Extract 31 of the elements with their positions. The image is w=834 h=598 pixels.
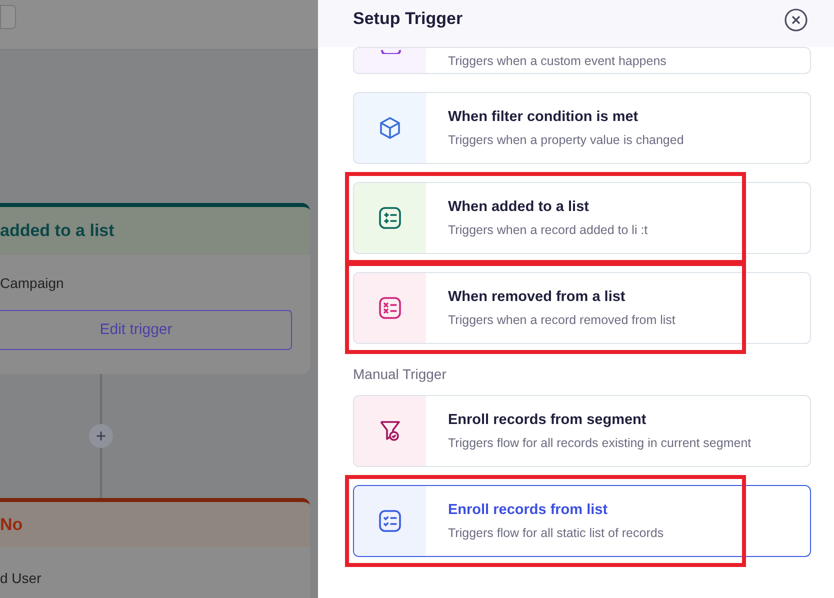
option-title: When filter condition is met — [448, 108, 640, 127]
option-description: Triggers when a property value is changed — [448, 132, 684, 149]
trigger-option[interactable]: When removed from a list Triggers when a record removed from list — [353, 272, 811, 344]
option-description: Triggers when a custom event happens — [448, 53, 666, 70]
option-title: When added to a list — [448, 198, 590, 217]
list-icon — [378, 509, 402, 533]
option-title: Enroll records from list — [448, 500, 609, 520]
trigger-option[interactable]: Triggers when a custom event happens — [353, 47, 811, 74]
section-label: Manual Trigger — [353, 365, 448, 384]
option-description: Triggers flow for all static list of records — [448, 524, 664, 542]
trigger-option[interactable]: When filter condition is met Triggers when a property value is changed — [353, 92, 811, 164]
node-text: d User — [0, 570, 42, 586]
trigger-option[interactable]: Enroll records from segment Triggers flow for all records existing in current segment — [353, 395, 811, 467]
node-title: added to a list — [0, 220, 114, 242]
node-campaign: Campaign — [0, 275, 64, 291]
option-description: Triggers when a record removed from list — [448, 312, 676, 329]
trigger-option[interactable]: Enroll records from list Triggers flow for all static list of records — [353, 485, 811, 557]
option-title: When removed from a list — [448, 288, 626, 307]
partial-icon — [378, 48, 402, 54]
cube-icon — [378, 116, 402, 140]
trigger-option[interactable]: When added to a list Triggers when a record added to li :t — [353, 182, 811, 254]
list-icon — [378, 296, 402, 320]
option-description: Triggers when a record added to li :t — [448, 222, 648, 239]
node-title: No — [0, 514, 23, 536]
funnel-check-icon — [378, 419, 402, 443]
close-icon[interactable] — [784, 8, 808, 32]
list-icon — [378, 206, 402, 230]
option-title: Enroll records from segment — [448, 410, 648, 430]
panel-title: Setup Trigger — [353, 8, 463, 30]
option-description: Triggers flow for all records existing in current segment — [448, 434, 752, 452]
add-step-button[interactable]: + — [89, 424, 113, 448]
